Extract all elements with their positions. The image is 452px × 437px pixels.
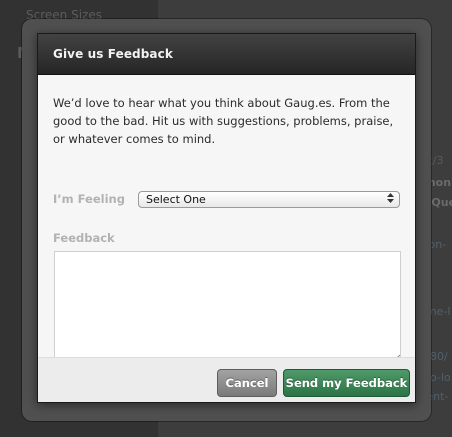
feeling-select[interactable]: Select One xyxy=(138,191,400,208)
modal-footer: Cancel Send my Feedback xyxy=(38,357,415,402)
intro-text: We’d love to hear what you think about G… xyxy=(53,96,394,146)
modal-header: Give us Feedback xyxy=(38,34,415,75)
cancel-button[interactable]: Cancel xyxy=(217,369,277,397)
feedback-textarea[interactable] xyxy=(54,251,401,363)
modal-body: We’d love to hear what you think about G… xyxy=(38,75,415,363)
modal-title: Give us Feedback xyxy=(53,47,173,61)
feeling-label: I’m Feeling xyxy=(53,192,125,206)
feedback-modal: Give us Feedback We’d love to hear what … xyxy=(37,33,416,403)
feedback-label: Feedback xyxy=(53,231,115,245)
chevron-up-down-icon xyxy=(387,193,394,204)
send-feedback-button[interactable]: Send my Feedback xyxy=(283,369,410,397)
feeling-select-value: Select One xyxy=(146,193,206,206)
